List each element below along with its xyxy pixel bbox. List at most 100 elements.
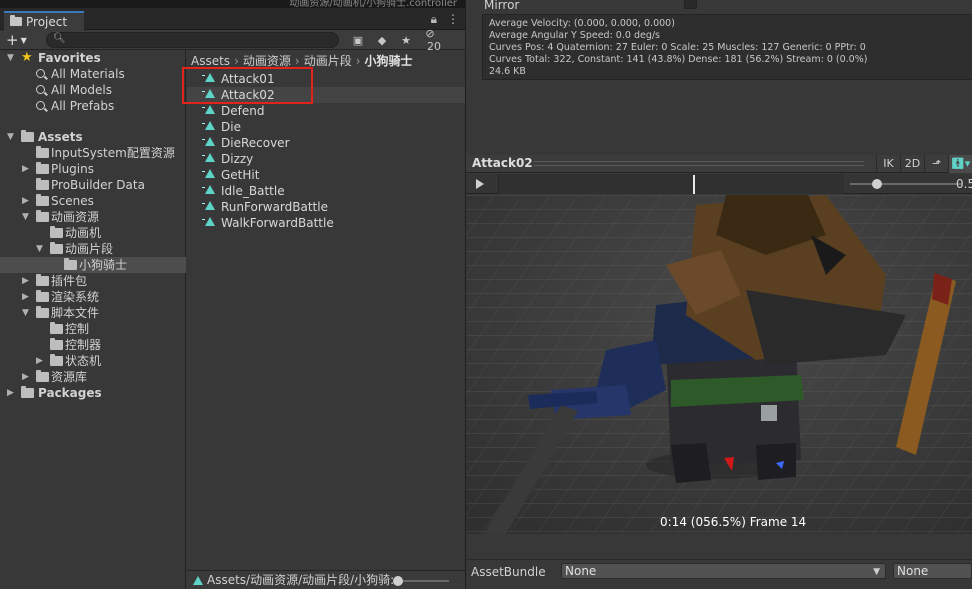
pivot-icon[interactable]: ⬏ — [924, 155, 948, 173]
preview-viewport[interactable]: 0:14 (056.5%) Frame 14 — [466, 195, 972, 534]
tree-favorites[interactable]: ▼ ★ Favorites — [0, 50, 186, 66]
file-row-dierecover[interactable]: DieRecover — [187, 135, 465, 151]
search-by-type-icon[interactable]: ▣ — [346, 34, 370, 47]
mirror-checkbox[interactable] — [684, 0, 697, 9]
expand-arrow-icon[interactable]: ▶ — [22, 161, 29, 177]
expand-arrow-icon[interactable]: ▶ — [22, 193, 29, 209]
asset-bundle-name-dropdown[interactable]: None ▼ — [561, 563, 886, 579]
file-row-dizzy[interactable]: Dizzy — [187, 151, 465, 167]
tree-favorite-all-models[interactable]: All Models — [0, 82, 186, 98]
tree-resource-library[interactable]: ▶ 资源库 — [0, 369, 186, 385]
file-label: DieRecover — [221, 136, 290, 150]
project-tabbar: Project 🔒︎ ⋮ — [0, 8, 465, 30]
tree-scripts[interactable]: ▼ 脚本文件 — [0, 305, 186, 321]
timeline-track[interactable] — [498, 174, 844, 194]
title-strip: 动画资源/动画机/小狗骑士.controller — [0, 0, 465, 9]
slider-knob[interactable] — [393, 576, 403, 586]
tree-addon-packages[interactable]: ▶ 插件包 — [0, 273, 186, 289]
speed-slider[interactable] — [850, 179, 962, 189]
folder-icon — [36, 306, 49, 318]
star-icon: ★ — [21, 50, 33, 65]
tree-puppy-knight[interactable]: 小狗骑士 — [0, 257, 186, 273]
file-row-runforwardbattle[interactable]: RunForwardBattle — [187, 199, 465, 215]
tab-project[interactable]: Project — [4, 11, 84, 30]
file-row-die[interactable]: Die — [187, 119, 465, 135]
highlight-box — [182, 67, 313, 104]
breadcrumb-item[interactable]: 小狗骑士 — [365, 54, 413, 68]
file-row-walkforwardbattle[interactable]: WalkForwardBattle — [187, 215, 465, 231]
tree-probuilder[interactable]: ProBuilder Data — [0, 177, 186, 193]
folder-icon — [36, 274, 49, 286]
2d-toggle[interactable]: 2D — [900, 155, 924, 173]
tab-actions: 🔒︎ ⋮ — [431, 12, 459, 27]
tree-favorite-all-prefabs[interactable]: All Prefabs — [0, 98, 186, 114]
add-asset-button[interactable]: + ▼ — [6, 31, 27, 49]
asset-bundle-variant-dropdown[interactable]: None — [893, 563, 972, 579]
tree-label: All Materials — [51, 67, 125, 81]
search-by-label-icon[interactable]: ◆ — [370, 34, 394, 47]
breadcrumb-item[interactable]: 动画资源 — [243, 54, 291, 68]
more-menu-icon[interactable]: ⋮ — [447, 12, 459, 27]
tree-scenes[interactable]: ▶ Scenes — [0, 193, 186, 209]
tree-anim-machine[interactable]: 动画机 — [0, 225, 186, 241]
tree-label: 动画机 — [65, 226, 102, 240]
expand-arrow-icon[interactable]: ▼ — [22, 209, 29, 225]
expand-arrow-icon[interactable]: ▼ — [22, 305, 29, 321]
expand-arrow-icon[interactable]: ▶ — [22, 289, 29, 305]
frame-readout: 0:14 (056.5%) Frame 14 — [660, 515, 807, 529]
tree-plugins[interactable]: ▶ Plugins — [0, 161, 186, 177]
tree-controller[interactable]: 控制器 — [0, 337, 186, 353]
expand-arrow-icon[interactable]: ▶ — [7, 385, 14, 401]
preview-timeline: 0.5 — [466, 174, 972, 194]
expand-arrow-icon[interactable]: ▶ — [22, 369, 29, 385]
file-row-defend[interactable]: Defend — [187, 103, 465, 119]
file-row-gethit[interactable]: GetHit — [187, 167, 465, 183]
folder-icon — [36, 370, 49, 382]
chevron-right-icon: › — [234, 54, 239, 68]
tree-label: Favorites — [38, 51, 101, 65]
play-icon[interactable] — [476, 179, 484, 189]
tree-label: Scenes — [51, 194, 94, 208]
tree-favorite-all-materials[interactable]: All Materials — [0, 66, 186, 82]
tree-control[interactable]: 控制 — [0, 321, 186, 337]
search-icon — [36, 69, 45, 78]
expand-arrow-icon[interactable]: ▼ — [36, 241, 43, 257]
search-input[interactable]: 🔍︎ — [46, 32, 339, 48]
tree-packages[interactable]: ▶ Packages — [0, 385, 186, 401]
avatar-icon[interactable]: 🚹︎▾ — [948, 155, 972, 173]
file-label: GetHit — [221, 168, 260, 182]
file-row-idle-battle[interactable]: Idle_Battle — [187, 183, 465, 199]
folder-icon — [21, 130, 34, 142]
tree-label: 小狗骑士 — [79, 258, 128, 272]
expand-arrow-icon[interactable]: ▶ — [22, 273, 29, 289]
info-line: Curves Total: 322, Constant: 141 (43.8%)… — [489, 54, 868, 65]
tree-label: All Prefabs — [51, 99, 115, 113]
dropdown-value: None — [565, 564, 597, 578]
expand-arrow-icon[interactable]: ▶ — [36, 353, 43, 369]
animation-clip-icon — [202, 169, 215, 178]
tree-render-system[interactable]: ▶ 渲染系统 — [0, 289, 186, 305]
tree-label: Assets — [38, 130, 83, 144]
expand-arrow-icon[interactable]: ▼ — [7, 129, 14, 145]
folder-icon — [50, 338, 63, 350]
tree-inputsystem[interactable]: InputSystem配置资源 — [0, 145, 186, 161]
tree-anim-clips[interactable]: ▼ 动画片段 — [0, 241, 186, 257]
tree-state-machine[interactable]: ▶ 状态机 — [0, 353, 186, 369]
breadcrumb-item[interactable]: 动画片段 — [304, 54, 352, 68]
playhead[interactable] — [693, 175, 695, 194]
preview-footer — [466, 534, 972, 559]
tree-assets[interactable]: ▼ Assets — [0, 129, 186, 145]
drag-handle[interactable] — [534, 161, 864, 166]
expand-arrow-icon[interactable]: ▼ — [7, 50, 14, 66]
icon-size-slider[interactable] — [393, 576, 449, 586]
lock-icon[interactable]: 🔒︎ — [431, 12, 437, 27]
favorite-search-icon[interactable]: ★ — [394, 34, 418, 47]
chevron-right-icon: › — [355, 54, 361, 68]
breadcrumb-item[interactable]: Assets — [191, 54, 230, 68]
tree-anim-resources[interactable]: ▼ 动画资源 — [0, 209, 186, 225]
ik-toggle[interactable]: IK — [876, 155, 900, 173]
folder-icon — [64, 258, 77, 270]
slider-knob[interactable] — [872, 179, 882, 189]
animation-clip-icon — [202, 185, 215, 194]
file-list: Assets › 动画资源 › 动画片段 › 小狗骑士 Attack01 Attack02 … — [187, 50, 465, 589]
